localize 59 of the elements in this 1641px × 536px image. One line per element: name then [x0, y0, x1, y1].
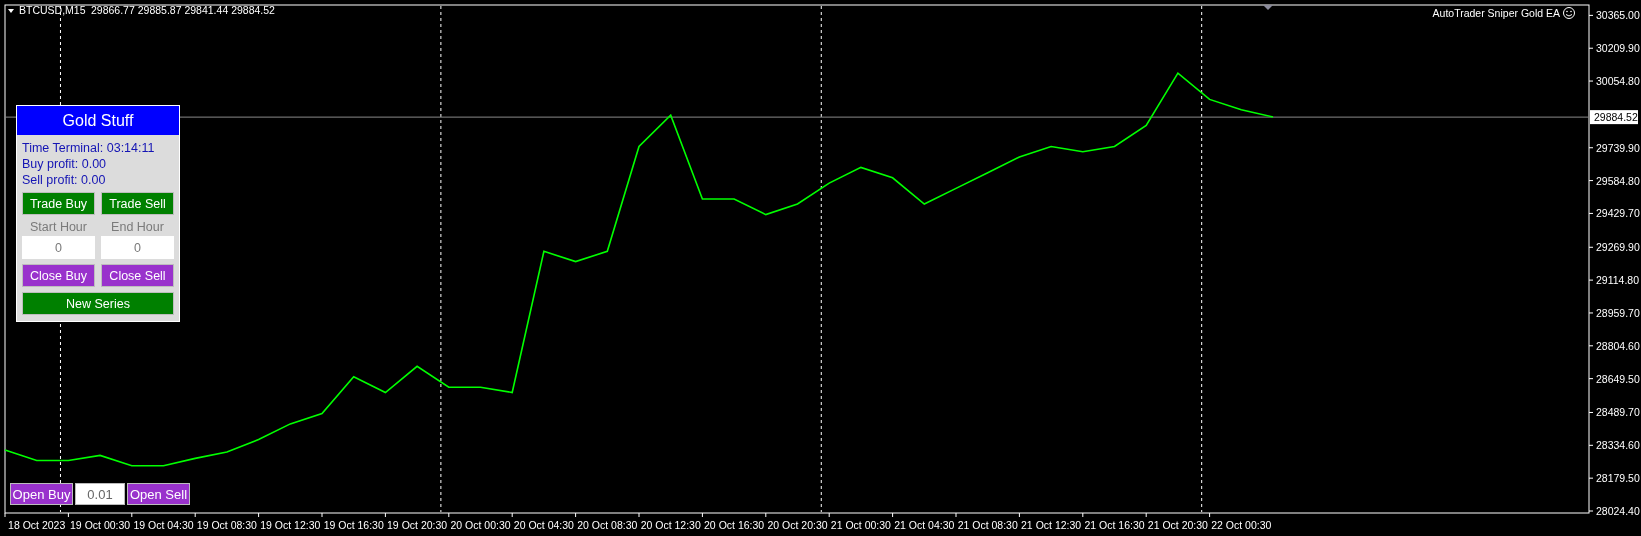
sell-profit: Sell profit: 0.00 — [22, 173, 107, 187]
time-label: 21 Oct 04:30 — [894, 519, 955, 531]
price-label: 28959.70 — [1596, 306, 1640, 319]
ohlc-values: 29866.77 29885.87 29841.44 29884.52 — [91, 4, 275, 16]
shift-marker-icon — [1263, 5, 1273, 10]
time-label: 21 Oct 16:30 — [1084, 519, 1145, 531]
time-label: 19 Oct 04:30 — [133, 519, 194, 531]
time-label: 21 Oct 08:30 — [957, 519, 1018, 531]
time-label: 21 Oct 00:30 — [830, 519, 891, 531]
hour-field[interactable]: 0 — [101, 236, 174, 259]
smiley-icon — [1563, 7, 1575, 19]
time-label: 19 Oct 08:30 — [196, 519, 257, 531]
new-series-button[interactable]: New Series — [22, 292, 174, 315]
time-label: 22 Oct 00:30 — [1211, 519, 1272, 531]
time-label: 21 Oct 12:30 — [1021, 519, 1082, 531]
time-label: 21 Oct 20:30 — [1147, 519, 1208, 531]
field-label: End Hour — [111, 220, 164, 234]
time-label: 20 Oct 20:30 — [767, 519, 828, 531]
price-label: 29114.80 — [1596, 274, 1639, 287]
time-label: 20 Oct 16:30 — [704, 519, 765, 531]
close-button[interactable]: Close Sell — [101, 264, 174, 287]
trade-button[interactable]: Trade Buy — [22, 192, 95, 215]
open-sell-button[interactable]: Open Sell — [127, 483, 190, 505]
price-label: 28489.70 — [1596, 406, 1640, 419]
time-label: 20 Oct 08:30 — [577, 519, 638, 531]
time-label: 20 Oct 00:30 — [450, 519, 511, 531]
time-label: 20 Oct 04:30 — [513, 519, 574, 531]
open-buy-button[interactable]: Open Buy — [10, 483, 73, 505]
lot-field[interactable]: 0.01 — [75, 483, 125, 505]
expert-name: AutoTrader Sniper Gold EA — [1432, 7, 1560, 19]
ref-line-label: 29884.52 — [1594, 111, 1638, 124]
time-label: 19 Oct 16:30 — [323, 519, 384, 531]
dropdown-arrow-icon[interactable] — [8, 9, 14, 13]
symbol-label: BTCUSD,M15 — [19, 4, 86, 16]
price-label: 30209.90 — [1596, 42, 1640, 55]
hour-field[interactable]: 0 — [22, 236, 95, 259]
time-label: 19 Oct 00:30 — [70, 519, 131, 531]
price-label: 28649.50 — [1596, 372, 1640, 385]
time-terminal: Time Terminal: 03:14:11 — [22, 141, 156, 155]
field-label: Start Hour — [30, 220, 87, 234]
price-label: 29429.70 — [1596, 207, 1640, 220]
time-label: 19 Oct 12:30 — [260, 519, 321, 531]
price-label: 29739.90 — [1596, 141, 1640, 154]
current-price: 29884.52 — [1590, 110, 1638, 125]
price-label: 28179.50 — [1596, 472, 1640, 485]
close-button[interactable]: Close Buy — [22, 264, 95, 287]
price-label: 30054.80 — [1596, 75, 1640, 88]
time-label: 20 Oct 12:30 — [640, 519, 701, 531]
price-label: 29269.90 — [1596, 241, 1640, 254]
panel-title: Gold Stuff — [17, 106, 179, 135]
price-label: 30365.00 — [1596, 9, 1640, 22]
price-label: 29584.80 — [1596, 174, 1640, 187]
time-label: 19 Oct 20:30 — [387, 519, 448, 531]
buy-profit: Buy profit: 0.00 — [22, 157, 108, 171]
trade-button[interactable]: Trade Sell — [101, 192, 174, 215]
price-label: 28804.60 — [1596, 339, 1640, 352]
price-label: 28334.60 — [1596, 439, 1640, 452]
price-label: 28024.40 — [1596, 505, 1640, 517]
time-label: 18 Oct 2023 — [8, 519, 66, 531]
